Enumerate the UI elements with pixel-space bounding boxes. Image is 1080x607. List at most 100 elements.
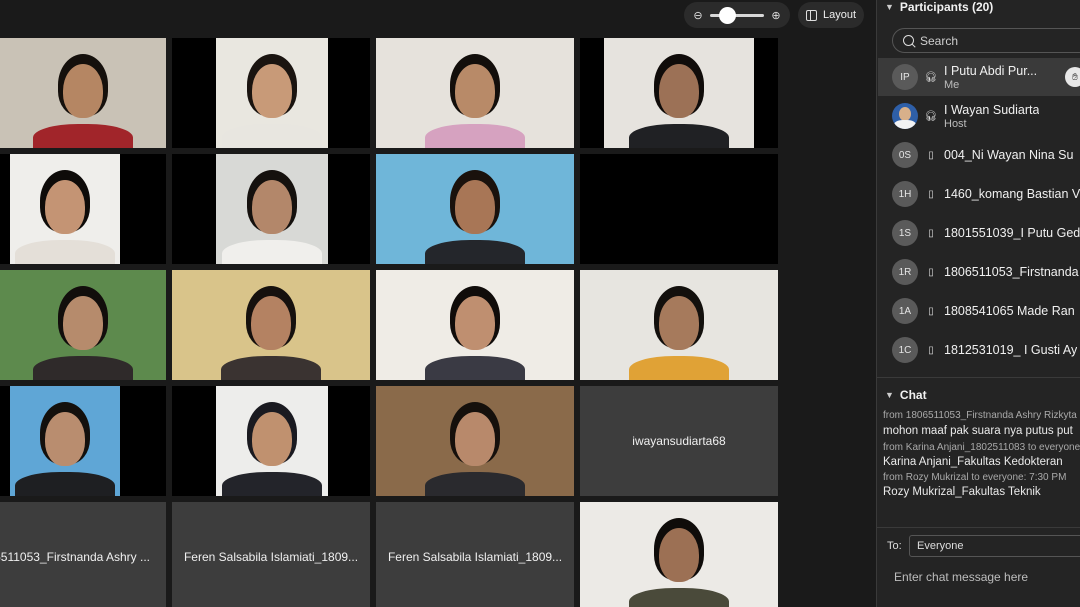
video-feed [10,154,120,264]
participant-row[interactable]: 1R ▯ 1806511053_Firstnanda [878,253,1080,291]
participant-video-tile[interactable] [0,38,166,148]
participant-video-tile[interactable] [172,38,370,148]
participant-tile-name: Feren Salsabila Islamiati_1809... [387,550,563,564]
video-feed [580,502,778,607]
video-feed [376,154,574,264]
person-body [15,472,115,496]
person-face [659,64,699,118]
participant-row[interactable]: IP 🎧︎ I Putu Abdi Pur... Me ✋︎ [878,58,1080,96]
person-body [629,356,729,380]
participant-video-tile[interactable] [580,502,778,607]
avatar-face [899,107,911,121]
chat-header[interactable]: ▼ Chat [877,385,927,405]
headset-icon: 🎧︎ [924,110,938,122]
search-icon [903,35,914,46]
video-feed [216,154,328,264]
search-placeholder: Search [920,33,959,48]
participant-info: 004_Ni Wayan Nina Su [944,148,1073,162]
participant-video-tile[interactable] [172,270,370,380]
video-feed [376,386,574,496]
participant-row[interactable]: 0S ▯ 004_Ni Wayan Nina Su [878,136,1080,174]
chat-to-label: To: [887,540,902,552]
participant-info: I Putu Abdi Pur... Me [944,64,1037,91]
person-body [222,240,322,264]
participant-video-tile[interactable] [580,270,778,380]
participant-name-tile[interactable]: iwayansudiarta68 [580,386,778,496]
chat-message-meta: from Rozy Mukrizal to everyone: 7:30 PM [883,472,1067,483]
person-face [45,412,85,466]
video-feed [0,38,166,148]
zoom-out-icon[interactable]: ⊖ [692,9,704,22]
panel-divider [877,377,1080,378]
zoom-slider[interactable] [710,6,764,24]
phone-icon: ▯ [928,305,934,317]
participant-tile-name: iwayansudiarta68 [632,434,726,448]
zoom-in-icon[interactable]: ⊕ [770,9,782,22]
layout-button[interactable]: Layout [798,2,864,28]
participant-row[interactable]: 🎧︎ I Wayan Sudiarta Host [878,97,1080,135]
participant-video-tile[interactable] [0,386,166,496]
meeting-window: ⊖ ⊕ Layout iwayansudiarta68 06511053_Firs… [0,0,1080,607]
person-body [629,588,729,607]
chat-recipient-select[interactable]: Everyone [909,535,1080,557]
participant-name-tile[interactable]: 06511053_Firstnanda Ashry ... [0,502,166,607]
avatar: IP [892,64,918,90]
participant-video-tile[interactable] [172,154,370,264]
participant-row[interactable]: 1C ▯ 1812531019_ I Gusti Ay [878,331,1080,369]
avatar: 1R [892,259,918,285]
person-body [425,356,525,380]
chat-message-meta: from 1806511053_Firstnanda Ashry Rizkyta [883,410,1077,421]
phone-icon: ▯ [928,344,934,356]
phone-icon: ▯ [928,188,934,200]
person-face [63,296,103,350]
participant-video-tile[interactable] [0,154,166,264]
empty-video-tile[interactable] [580,154,778,264]
participant-video-tile[interactable] [376,270,574,380]
person-face [455,412,495,466]
participant-search-input[interactable]: Search [892,28,1080,53]
avatar-shirt [894,120,916,129]
participant-tile-name: Feren Salsabila Islamiati_1809... [183,550,359,564]
avatar: 1S [892,220,918,246]
participant-video-tile[interactable] [376,386,574,496]
participant-name: I Putu Abdi Pur... [944,63,1038,78]
chat-message-text: mohon maaf pak suara nya putus put [883,425,1073,437]
avatar [892,103,918,129]
participant-name: 1812531019_ I Gusti Ay [944,343,1078,357]
participant-row[interactable]: 1H ▯ 1460_komang Bastian V [878,175,1080,213]
participant-name: 1801551039_I Putu Ged [944,226,1080,240]
chat-message-input[interactable]: Enter chat message here [894,570,1028,584]
phone-icon: ▯ [928,149,934,161]
person-body [33,124,133,148]
participants-title: Participants (20) [899,0,994,14]
participants-header[interactable]: ▼ Participants (20) [877,0,993,17]
video-feed [216,386,328,496]
person-face [455,64,495,118]
zoom-slider-thumb[interactable] [719,6,737,24]
participant-name: 1460_komang Bastian V [944,187,1080,201]
person-body [15,240,115,264]
video-feed [216,38,328,148]
participant-row[interactable]: 1S ▯ 1801551039_I Putu Ged [878,214,1080,252]
person-face [455,296,495,350]
participant-name: 1808541065 Made Ran [944,304,1075,318]
person-face [252,412,292,466]
zoom-control[interactable]: ⊖ ⊕ [684,2,790,28]
chat-message-text: Rozy Mukrizal_Fakultas Teknik [883,486,1041,498]
participant-role: Host [944,117,967,130]
participant-info: 1460_komang Bastian V [944,187,1080,201]
participant-video-tile[interactable] [0,270,166,380]
participant-row[interactable]: 1A ▯ 1808541065 Made Ran [878,292,1080,330]
participant-name-tile[interactable]: Feren Salsabila Islamiati_1809... [376,502,574,607]
participant-name-tile[interactable]: Feren Salsabila Islamiati_1809... [172,502,370,607]
raise-hand-icon[interactable]: ✋︎ [1065,67,1080,87]
phone-icon: ▯ [928,266,934,278]
person-face [45,180,85,234]
participant-video-tile[interactable] [580,38,778,148]
video-feed [0,270,166,380]
participant-info: 1812531019_ I Gusti Ay [944,343,1077,357]
participant-video-tile[interactable] [172,386,370,496]
participant-video-tile[interactable] [376,154,574,264]
participant-info: 1806511053_Firstnanda [944,265,1079,279]
participant-video-tile[interactable] [376,38,574,148]
